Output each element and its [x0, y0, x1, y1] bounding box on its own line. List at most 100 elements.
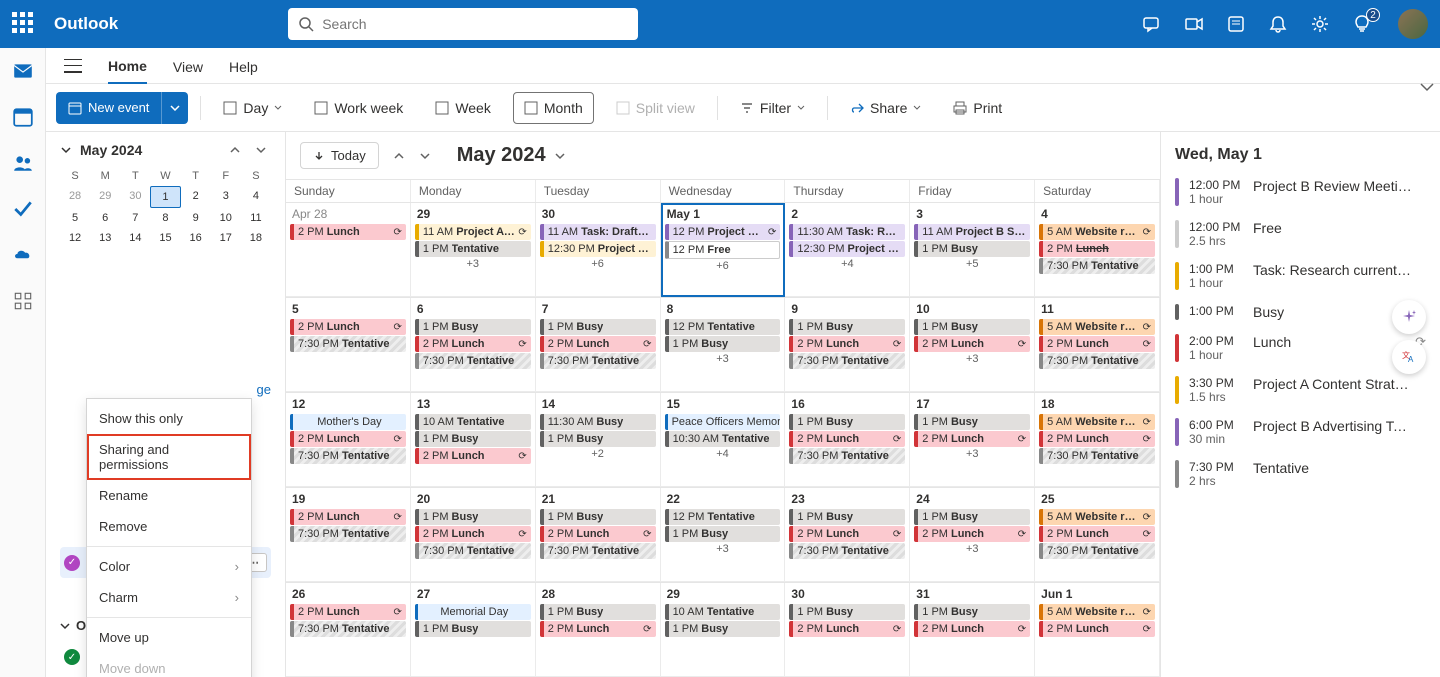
context-menu-item[interactable]: Sharing and permissions [87, 434, 251, 480]
event-chip[interactable]: 2 PMLunch⟳ [914, 526, 1030, 542]
day-cell[interactable]: 15Peace Officers Memorial10:30 AMTentati… [661, 393, 786, 487]
event-chip[interactable]: 7:30 PMTentative [290, 448, 406, 464]
onedrive-icon[interactable] [12, 244, 34, 266]
day-cell[interactable]: 61 PMBusy2 PMLunch⟳7:30 PMTentative [411, 298, 536, 392]
mini-day[interactable]: 6 [90, 208, 120, 228]
more-events-link[interactable]: +3 [663, 543, 783, 555]
print-button[interactable]: Print [943, 92, 1012, 124]
mini-day[interactable]: 13 [90, 228, 120, 248]
context-menu-item[interactable]: Charm› [87, 582, 251, 613]
chevron-down-icon[interactable] [60, 144, 72, 156]
more-events-link[interactable]: +5 [912, 258, 1032, 270]
event-chip[interactable]: 2 PMLunch⟳ [914, 431, 1030, 447]
context-menu-item[interactable]: Remove [87, 511, 251, 542]
event-chip[interactable]: 1 PMBusy [415, 431, 531, 447]
todo-icon[interactable] [12, 198, 34, 220]
event-chip[interactable]: 7:30 PMTentative [290, 336, 406, 352]
agenda-item[interactable]: 12:00 PM2.5 hrsFree [1175, 220, 1426, 248]
day-cell[interactable]: Jun 15 AMWebsite redesign⟳2 PMLunch⟳ [1035, 583, 1160, 677]
agenda-item[interactable]: 12:00 PM1 hourProject B Review Meeting … [1175, 178, 1426, 206]
event-chip[interactable]: 10 AMTentative [665, 604, 781, 620]
event-chip[interactable]: 7:30 PMTentative [789, 543, 905, 559]
event-chip[interactable]: 1 PMBusy [665, 621, 781, 637]
event-chip[interactable]: 2 PMLunch⟳ [1039, 431, 1155, 447]
event-chip[interactable]: 7:30 PMTentative [540, 543, 656, 559]
event-chip[interactable]: 1 PMBusy [914, 509, 1030, 525]
more-events-link[interactable]: +3 [912, 353, 1032, 365]
share-button[interactable]: Share [840, 92, 931, 124]
day-cell[interactable]: 211 PMBusy2 PMLunch⟳7:30 PMTentative [536, 488, 661, 582]
agenda-item[interactable]: 7:30 PM2 hrsTentative [1175, 460, 1426, 488]
event-chip[interactable]: 12:30 PMProject B Lo [789, 241, 905, 257]
app-launcher-icon[interactable] [12, 12, 36, 36]
workweek-view-button[interactable]: Work week [304, 92, 413, 124]
event-chip[interactable]: 1 PMBusy [540, 604, 656, 620]
day-cell[interactable]: 2212 PMTentative1 PMBusy+3 [661, 488, 786, 582]
mini-day[interactable]: 7 [120, 208, 150, 228]
event-chip[interactable]: 1 PMBusy [540, 319, 656, 335]
avatar[interactable] [1398, 9, 1428, 39]
event-chip[interactable]: 1 PMBusy [415, 319, 531, 335]
event-chip[interactable]: 2 PMLunch⟳ [540, 621, 656, 637]
mini-day[interactable]: 11 [241, 208, 271, 228]
day-cell[interactable]: 3011 AMTask: Draft Pro12:30 PMProject A … [536, 203, 661, 297]
day-cell[interactable]: 192 PMLunch⟳7:30 PMTentative [286, 488, 411, 582]
event-chip[interactable]: 7:30 PMTentative [290, 621, 406, 637]
day-cell[interactable]: 301 PMBusy2 PMLunch⟳ [785, 583, 910, 677]
mini-day[interactable]: 10 [211, 208, 241, 228]
day-cell[interactable]: 231 PMBusy2 PMLunch⟳7:30 PMTentative [785, 488, 910, 582]
event-chip[interactable]: 2 PMLunch⟳ [1039, 621, 1155, 637]
event-chip[interactable]: 12:30 PMProject A D [540, 241, 656, 257]
event-chip[interactable]: 1 PMBusy [914, 604, 1030, 620]
event-chip[interactable]: 7:30 PMTentative [1039, 353, 1155, 369]
mini-day[interactable]: 2 [181, 186, 211, 208]
event-chip[interactable]: 5 AMWebsite redesign⟳ [1039, 604, 1155, 620]
day-cell[interactable]: 115 AMWebsite redesign⟳2 PMLunch⟳7:30 PM… [1035, 298, 1160, 392]
event-chip[interactable]: 2 PMLunch⟳ [290, 604, 406, 620]
day-cell[interactable]: 241 PMBusy2 PMLunch⟳+3 [910, 488, 1035, 582]
event-chip[interactable]: 2 PMLunch⟳ [914, 336, 1030, 352]
day-cell[interactable]: 2911 AMProject A Kickoff⟳1 PMTentative+3 [411, 203, 536, 297]
event-chip[interactable]: 7:30 PMTentative [1039, 258, 1155, 274]
day-cell[interactable]: 91 PMBusy2 PMLunch⟳7:30 PMTentative [785, 298, 910, 392]
context-menu-item[interactable]: Move up [87, 622, 251, 653]
event-chip[interactable]: 11:30 AMBusy [540, 414, 656, 430]
event-chip[interactable]: 11 AMProject B Stakeholder [914, 224, 1030, 240]
event-chip[interactable]: 7:30 PMTentative [1039, 448, 1155, 464]
event-chip[interactable]: 1 PMBusy [665, 526, 781, 542]
event-chip[interactable]: 2 PMLunch⟳ [1039, 526, 1155, 542]
event-chip[interactable]: 2 PMLunch⟳ [789, 336, 905, 352]
search-input[interactable] [322, 16, 628, 32]
day-cell[interactable]: 812 PMTentative1 PMBusy+3 [661, 298, 786, 392]
event-chip[interactable]: 2 PMLunch⟳ [540, 336, 656, 352]
event-chip[interactable]: 5 AMWebsite redesign⟳ [1039, 414, 1155, 430]
teams-chat-icon[interactable] [1142, 14, 1162, 34]
mini-day[interactable]: 5 [60, 208, 90, 228]
prev-icon[interactable] [393, 150, 405, 162]
day-cell[interactable]: 211:30 AMTask: Review12:30 PMProject B L… [785, 203, 910, 297]
day-cell[interactable]: 45 AMWebsite redesign⟳2 PMLunch7:30 PMTe… [1035, 203, 1160, 297]
event-chip[interactable]: 1 PMBusy [665, 336, 781, 352]
event-chip[interactable]: 7:30 PMTentative [1039, 543, 1155, 559]
day-cell[interactable]: 12Mother's Day2 PMLunch⟳7:30 PMTentative [286, 393, 411, 487]
next-month-icon[interactable] [255, 144, 267, 156]
event-chip[interactable]: 2 PMLunch⟳ [415, 336, 531, 352]
mini-day[interactable]: 3 [211, 186, 241, 208]
event-chip[interactable]: 12 PMProject B Review⟳ [665, 224, 781, 240]
mini-day[interactable]: 8 [150, 208, 180, 228]
more-events-link[interactable]: +6 [663, 260, 783, 272]
notes-icon[interactable] [1226, 14, 1246, 34]
mini-day[interactable]: 29 [90, 186, 120, 208]
tab-help[interactable]: Help [229, 59, 258, 83]
new-event-dropdown[interactable] [161, 92, 188, 124]
event-chip[interactable]: 12 PMTentative [665, 319, 781, 335]
event-chip[interactable]: 1 PMBusy [914, 414, 1030, 430]
day-cell[interactable]: 311 PMBusy2 PMLunch⟳ [910, 583, 1035, 677]
search-box[interactable] [288, 8, 638, 40]
event-chip[interactable]: 7:30 PMTentative [415, 543, 531, 559]
event-chip[interactable]: 5 AMWebsite redesign⟳ [1039, 319, 1155, 335]
event-chip[interactable]: 2 PMLunch⟳ [415, 526, 531, 542]
month-view-button[interactable]: Month [513, 92, 594, 124]
tab-view[interactable]: View [173, 59, 203, 83]
more-events-link[interactable]: +6 [538, 258, 658, 270]
